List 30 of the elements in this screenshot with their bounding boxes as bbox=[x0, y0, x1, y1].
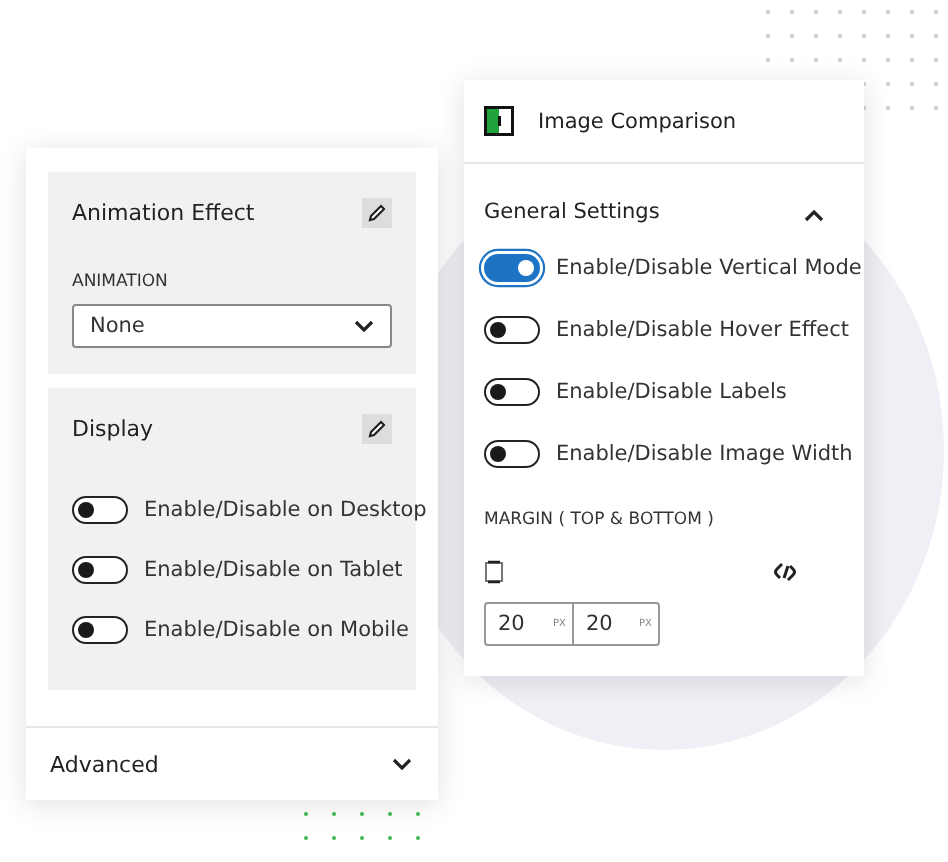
image-comparison-icon bbox=[484, 106, 514, 136]
panel-title: Image Comparison bbox=[538, 109, 737, 133]
toggle-label: Enable/Disable Labels bbox=[556, 380, 787, 404]
toggle-label: Enable/Disable on Mobile bbox=[144, 618, 409, 642]
section-title: Display bbox=[72, 416, 154, 442]
section-title: Animation Effect bbox=[72, 200, 255, 226]
toggle-label: Enable/Disable Hover Effect bbox=[556, 318, 849, 342]
toggle-switch[interactable] bbox=[72, 496, 128, 524]
field-label: MARGIN ( TOP & BOTTOM ) bbox=[484, 510, 716, 530]
toggle-label: Enable/Disable Vertical Mode bbox=[556, 256, 862, 280]
toggle-label: Enable/Disable on Tablet bbox=[144, 558, 403, 582]
field-label: ANIMATION bbox=[72, 272, 170, 292]
device-icon[interactable] bbox=[484, 560, 504, 584]
caret-icon[interactable] bbox=[354, 319, 374, 333]
toggle-switch[interactable] bbox=[484, 378, 540, 406]
toggle-label: Enable/Disable on Desktop bbox=[144, 498, 427, 522]
toggle-switch[interactable] bbox=[72, 616, 128, 644]
toggle-switch[interactable] bbox=[484, 316, 540, 344]
chevron-icon[interactable] bbox=[804, 208, 824, 222]
section-header[interactable]: General Settings bbox=[484, 192, 840, 230]
chevron-icon[interactable] bbox=[392, 757, 412, 771]
unlink-icon[interactable] bbox=[772, 560, 800, 584]
section-header[interactable]: Advanced bbox=[26, 726, 438, 800]
toggle-switch[interactable] bbox=[484, 440, 540, 468]
toggle-switch[interactable] bbox=[72, 556, 128, 584]
edit-pencil-icon[interactable] bbox=[362, 414, 392, 444]
toggle-switch[interactable] bbox=[484, 254, 540, 282]
animation-select[interactable]: None bbox=[72, 304, 392, 348]
toggle-label: Enable/Disable Image Width bbox=[556, 442, 853, 466]
edit-pencil-icon[interactable] bbox=[362, 198, 392, 228]
